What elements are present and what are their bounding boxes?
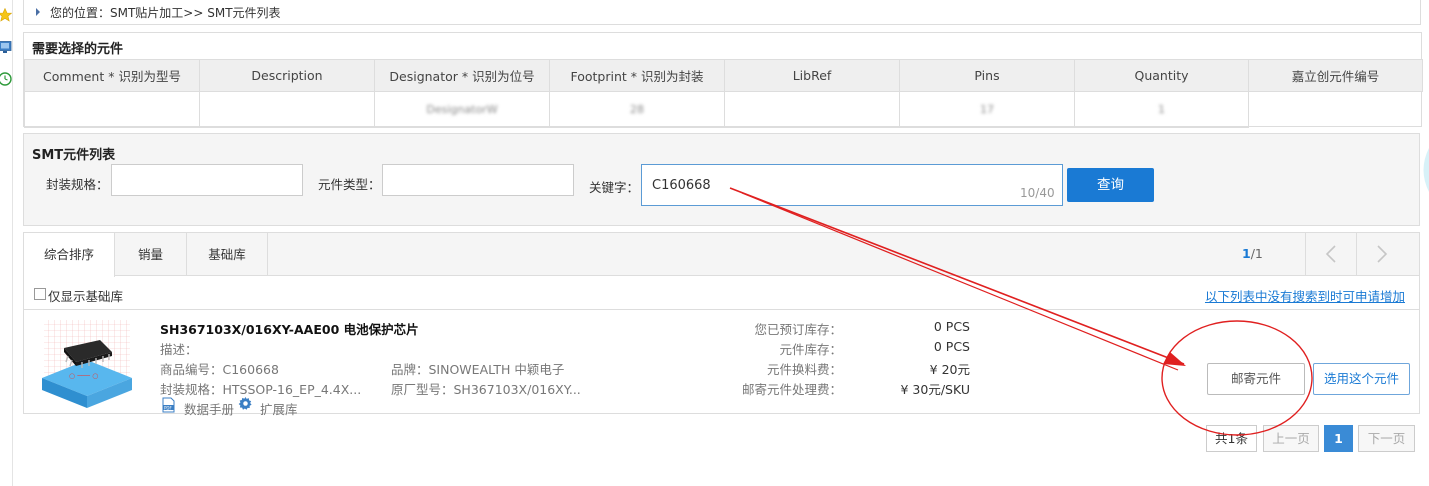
results-panel: 综合排序 销量 基础库 1/1 仅显示基础库 以下列表中没有搜索到时可申请增加 bbox=[23, 232, 1420, 417]
type-label: 元件类型： bbox=[318, 177, 381, 192]
pagination-next[interactable]: 下一页 bbox=[1358, 425, 1415, 452]
column-header: LibRef bbox=[724, 59, 900, 92]
chevron-left-icon bbox=[1325, 245, 1336, 263]
tab-comprehensive[interactable]: 综合排序 bbox=[24, 233, 115, 277]
breadcrumb: 您的位置：SMT贴片加工>> SMT元件列表 bbox=[23, 0, 1421, 25]
required-components-title: 需要选择的元件 bbox=[32, 42, 124, 57]
datasheet-link[interactable]: 数据手册 bbox=[184, 399, 234, 418]
required-components-table: Comment * 识别为型号 Description Designator *… bbox=[24, 59, 1423, 128]
keyword-char-count: 10/40 bbox=[1020, 186, 1055, 200]
required-components-panel: 需要选择的元件 Comment * 识别为型号 Description Desi… bbox=[23, 32, 1423, 128]
product-brand: 品牌：SINOWEALTH 中颖电子 bbox=[391, 362, 565, 377]
column-header: Comment * 识别为型号 bbox=[24, 59, 200, 92]
table-cell bbox=[24, 91, 200, 128]
table-cell: 1 bbox=[1074, 91, 1249, 128]
table-cell bbox=[1248, 91, 1423, 128]
search-panel: SMT元件列表 封装规格： 元件类型： 关键字： 10/40 查询 bbox=[23, 133, 1420, 226]
changeover-fee-label: 元件换料费： bbox=[766, 362, 842, 377]
pagination-total: 共1条 bbox=[1206, 425, 1257, 452]
reserved-stock-label: 您已预订库存： bbox=[754, 322, 842, 337]
product-title[interactable]: SH367103X/016XY-AAE00 电池保护芯片 bbox=[160, 319, 419, 338]
svg-text:PDF: PDF bbox=[164, 405, 172, 410]
table-cell: DesignatorW bbox=[374, 91, 550, 128]
extended-library-label: 扩展库 bbox=[260, 402, 298, 417]
breadcrumb-arrow-icon bbox=[36, 8, 40, 16]
tab-sales[interactable]: 销量 bbox=[115, 233, 187, 276]
keyword-label: 关键字： bbox=[589, 180, 640, 195]
sort-tabs-bar: 综合排序 销量 基础库 1/1 bbox=[24, 233, 1419, 277]
search-button[interactable]: 查询 bbox=[1067, 168, 1154, 202]
table-cell bbox=[724, 91, 900, 128]
monitor-icon[interactable] bbox=[0, 40, 12, 54]
product-thumbnail[interactable]: ○ ─── ○ bbox=[42, 318, 132, 408]
pdf-icon[interactable]: PDF bbox=[161, 397, 176, 413]
pagination-prev[interactable]: 上一页 bbox=[1263, 425, 1319, 452]
table-row: DesignatorW 28 17 1 bbox=[24, 91, 1423, 128]
clock-icon[interactable] bbox=[0, 72, 12, 86]
product-part-number: 商品编号：C160668 bbox=[160, 362, 279, 377]
type-input[interactable] bbox=[382, 164, 574, 196]
column-header: Quantity bbox=[1074, 59, 1249, 92]
changeover-fee-value: ¥ 20元 bbox=[929, 362, 970, 377]
product-package: 封装规格：HTSSOP-16_EP_4.4X... bbox=[160, 382, 362, 397]
filter-row: 仅显示基础库 以下列表中没有搜索到时可申请增加 bbox=[24, 277, 1419, 310]
mailing-fee-label: 邮寄元件处理费： bbox=[741, 382, 842, 397]
column-header: Description bbox=[199, 59, 375, 92]
table-cell: 17 bbox=[899, 91, 1075, 128]
chevron-right-icon bbox=[1377, 245, 1388, 263]
mailing-fee-value: ¥ 30元/SKU bbox=[900, 382, 971, 397]
smt-list-title: SMT元件列表 bbox=[32, 148, 116, 163]
tab-basic-library[interactable]: 基础库 bbox=[187, 233, 268, 276]
star-icon[interactable] bbox=[0, 8, 12, 22]
side-tab-decoration bbox=[1423, 148, 1429, 192]
column-header: Pins bbox=[899, 59, 1075, 92]
basic-only-checkbox[interactable] bbox=[34, 288, 46, 300]
svg-text:○ ─── ○: ○ ─── ○ bbox=[69, 372, 98, 380]
package-label: 封装规格： bbox=[46, 177, 109, 192]
column-header: 嘉立创元件编号 bbox=[1248, 59, 1423, 92]
table-cell bbox=[199, 91, 375, 128]
breadcrumb-text[interactable]: 您的位置：SMT贴片加工>> SMT元件列表 bbox=[50, 4, 281, 21]
keyword-input[interactable] bbox=[641, 164, 1063, 206]
product-description-label: 描述： bbox=[160, 342, 198, 357]
pagination-current-page[interactable]: 1 bbox=[1324, 425, 1353, 452]
page-indicator: 1/1 bbox=[1242, 246, 1263, 261]
left-toolbar bbox=[0, 0, 13, 486]
select-component-button[interactable]: 选用这个元件 bbox=[1313, 363, 1410, 395]
next-page-arrow[interactable] bbox=[1356, 233, 1407, 276]
component-stock-value: 0 PCS bbox=[933, 339, 970, 354]
basic-only-label[interactable]: 仅显示基础库 bbox=[48, 286, 123, 305]
gear-icon[interactable] bbox=[238, 396, 253, 411]
reserved-stock-value: 0 PCS bbox=[933, 319, 970, 334]
table-header-row: Comment * 识别为型号 Description Designator *… bbox=[24, 59, 1423, 92]
component-stock-label: 元件库存： bbox=[779, 342, 842, 357]
column-header: Designator * 识别为位号 bbox=[374, 59, 550, 92]
package-input[interactable] bbox=[111, 164, 303, 196]
apply-add-link[interactable]: 以下列表中没有搜索到时可申请增加 bbox=[1205, 286, 1405, 305]
column-header: Footprint * 识别为封装 bbox=[549, 59, 725, 92]
mail-component-button[interactable]: 邮寄元件 bbox=[1207, 363, 1305, 395]
prev-page-arrow[interactable] bbox=[1305, 233, 1356, 276]
table-cell: 28 bbox=[549, 91, 725, 128]
product-mfr-part: 原厂型号：SH367103X/016XY... bbox=[391, 382, 581, 397]
